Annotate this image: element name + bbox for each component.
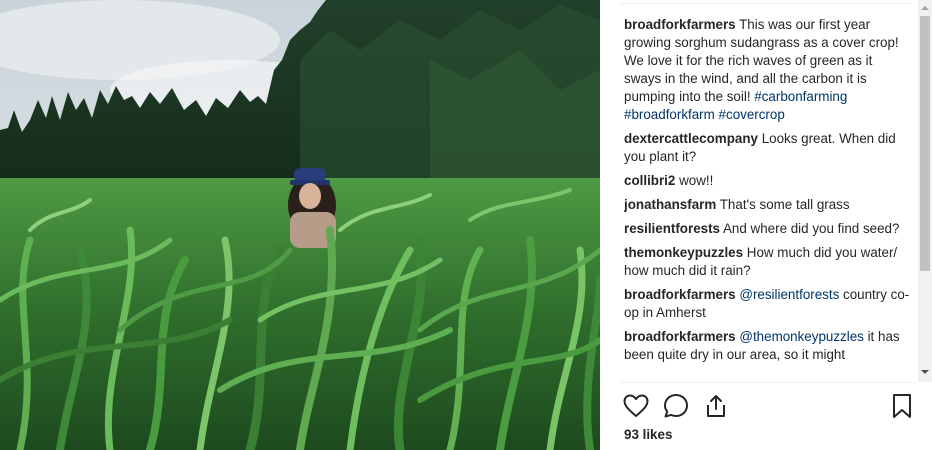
comment-item: jonathansfarm That's some tall grass	[624, 196, 912, 214]
comment-text: wow!!	[675, 173, 714, 188]
comment-username[interactable]: themonkeypuzzles	[624, 245, 743, 260]
save-button[interactable]	[888, 392, 916, 420]
top-divider	[620, 3, 910, 4]
comments-list[interactable]: broadforkfarmers This was our first year…	[624, 16, 912, 382]
reply-item: broadforkfarmers @themonkeypuzzles it ha…	[624, 328, 912, 364]
comment-icon	[664, 394, 688, 418]
comment-username[interactable]: dextercattlecompany	[624, 131, 758, 146]
comment-item: dextercattlecompany Looks great. When di…	[624, 130, 912, 166]
like-button[interactable]	[622, 392, 650, 420]
share-icon	[707, 395, 725, 417]
comment-text: That's some tall grass	[716, 197, 850, 212]
post-photo[interactable]	[0, 0, 600, 450]
post-side-panel: broadforkfarmers This was our first year…	[600, 0, 932, 450]
comment-button[interactable]	[662, 392, 690, 420]
comment-item: collibri2 wow!!	[624, 172, 912, 190]
hashtag-link[interactable]: #covercrop	[719, 107, 785, 122]
actions-divider	[620, 382, 916, 383]
caption: broadforkfarmers This was our first year…	[624, 16, 912, 124]
sorghum-field-image	[0, 0, 600, 450]
scroll-up-arrow-icon	[921, 6, 929, 10]
reply-username[interactable]: broadforkfarmers	[624, 329, 736, 344]
scroll-up-button[interactable]	[918, 2, 932, 14]
comment-username[interactable]: resilientforests	[624, 221, 720, 236]
scroll-thumb[interactable]	[920, 16, 930, 271]
bookmark-icon	[893, 394, 911, 418]
comment-item: resilientforests And where did you find …	[624, 220, 912, 238]
scroll-down-button[interactable]	[918, 366, 932, 378]
reply-item: broadforkfarmers @resilientforests count…	[624, 286, 912, 322]
likes-count[interactable]: 93 likes	[624, 427, 672, 442]
hashtag-link[interactable]: #carbonfarming	[754, 89, 847, 104]
comment-text: And where did you find seed?	[720, 221, 900, 236]
comment-username[interactable]: collibri2	[624, 173, 675, 188]
mention-link[interactable]: @resilientforests	[739, 287, 839, 302]
post-actions	[622, 392, 914, 420]
comments-scrollbar[interactable]	[918, 0, 932, 382]
comment-username[interactable]: jonathansfarm	[624, 197, 716, 212]
mention-link[interactable]: @themonkeypuzzles	[739, 329, 864, 344]
caption-username[interactable]: broadforkfarmers	[624, 17, 736, 32]
reply-username[interactable]: broadforkfarmers	[624, 287, 736, 302]
comment-item: themonkeypuzzles How much did you water/…	[624, 244, 912, 280]
share-button[interactable]	[702, 392, 730, 420]
heart-icon	[623, 394, 649, 417]
scroll-down-arrow-icon	[921, 370, 929, 374]
hashtag-link[interactable]: #broadforkfarm	[624, 107, 715, 122]
